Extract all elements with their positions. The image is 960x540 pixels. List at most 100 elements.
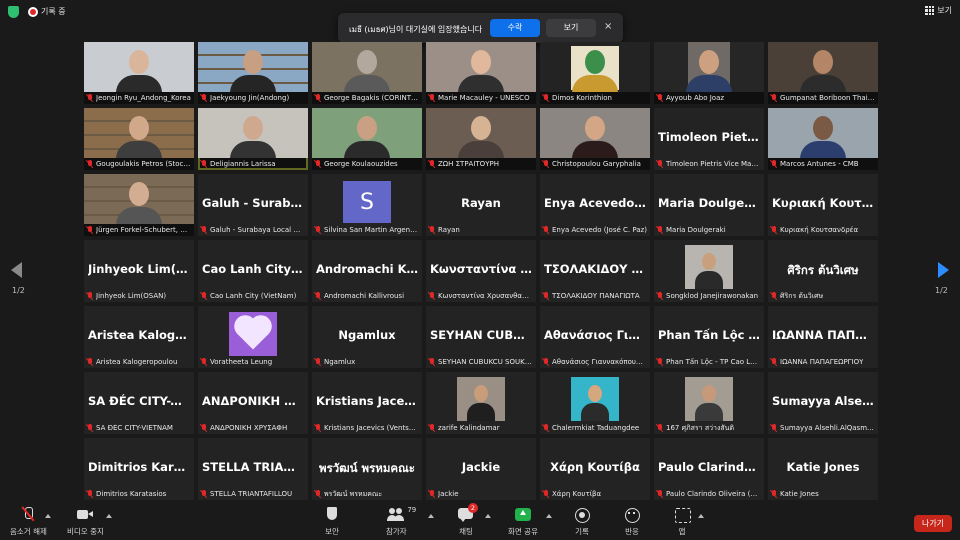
apps-options-caret-icon[interactable] (698, 514, 704, 518)
participant-tile[interactable]: George Bagakis (CORINTH_GR) (312, 42, 422, 104)
participant-tile[interactable]: Christopoulou Garyphalia (540, 108, 650, 170)
participant-tile[interactable]: Chalermkiat Taduangdee (540, 372, 650, 434)
participant-tile[interactable]: Dimos Korinthion (540, 42, 650, 104)
muted-mic-icon (657, 226, 663, 234)
close-icon[interactable]: × (604, 21, 612, 32)
next-page-arrow-icon[interactable] (938, 262, 949, 278)
participant-name-label: STELLA TRIANTAFILLOU (198, 488, 308, 500)
leave-button[interactable]: 나가기 (914, 515, 952, 532)
participant-tile[interactable]: Ngamlux Ngamlux (312, 306, 422, 368)
participant-tile[interactable]: Deligiannis Larissa (198, 108, 308, 170)
security-button[interactable]: 보안 (322, 506, 342, 537)
participant-tile[interactable]: Κυριακή Κουτσ... Κυριακή Κουτσανδρέα (768, 174, 878, 236)
participant-tile[interactable]: ΑΝΔΡΟΝΙΚΗ Χ... ΑΝΔΡΟΝΙΚΗ ΧΡΥΣΑΦΗ (198, 372, 308, 434)
participant-tile[interactable]: STELLA TRIANT... STELLA TRIANTAFILLOU (198, 438, 308, 500)
participant-tile[interactable]: Jürgen Forkel-Schubert, Hamburg (84, 174, 194, 236)
participant-tile[interactable]: Marie Macauley - UNESCO (426, 42, 536, 104)
muted-mic-icon (543, 94, 549, 102)
participant-gallery: Jeongin Ryu_Andong_Korea Jaekyoung Jin(An… (84, 42, 878, 500)
participant-name-label: Voratheeta Leung (198, 356, 308, 368)
participant-name: Marcos Antunes - CMB (780, 160, 859, 168)
participant-display-name: Kristians Jacevic... (316, 394, 418, 408)
participant-tile[interactable]: Paulo Clarindo... Paulo Clarindo Oliveira… (654, 438, 764, 500)
participant-tile[interactable]: ΖΩΗ ΣΤΡΑΙΤΟΥΡΗ (426, 108, 536, 170)
participant-tile[interactable]: SA ĐÉC CITY-VI... SA ĐÉC CITY-VIETNAM (84, 372, 194, 434)
participants-button[interactable]: 79 참가자 (386, 506, 416, 537)
participant-tile[interactable]: Jeongin Ryu_Andong_Korea (84, 42, 194, 104)
participant-tile[interactable]: ศิริกร ต้นวิเศษ ศิริกร ต้นวิเศษ (768, 240, 878, 302)
participant-tile[interactable]: S Silvina San Martin Argentina (312, 174, 422, 236)
participant-name: Songklod Janejirawonakan (666, 292, 759, 300)
reactions-button[interactable]: 반응 (622, 506, 642, 537)
view-button[interactable]: 보기 (925, 5, 952, 16)
participant-tile[interactable]: Rayan Rayan (426, 174, 536, 236)
audio-options-caret-icon[interactable] (45, 514, 51, 518)
participant-tile[interactable]: Phan Tấn Lộc -... Phan Tấn Lộc - TP Cao L… (654, 306, 764, 368)
participant-tile[interactable]: ΙΩΑΝΝΑ ΠΑΠΑ... ΙΩΑΝΝΑ ΠΑΠΑΓΕΩΡΓΙΟΥ (768, 306, 878, 368)
participant-tile[interactable]: Αθανάσιος Γιαν... Αθανάσιος Γιαννακόπουλο… (540, 306, 650, 368)
participant-name: Ayyoub Abo Joaz (666, 94, 725, 102)
muted-mic-icon (771, 160, 777, 168)
participant-tile[interactable]: Κωνσταντίνα Χ... Κωνσταντίνα Χρυσανθακοπο… (426, 240, 536, 302)
view-waiting-room-button[interactable]: 보기 (546, 19, 596, 37)
muted-mic-icon (315, 424, 321, 432)
participant-tile[interactable]: George Koulaouzides (312, 108, 422, 170)
participant-display-name: Sumayya Alseh... (772, 394, 874, 408)
participant-tile[interactable]: Songklod Janejirawonakan (654, 240, 764, 302)
participant-tile[interactable]: Jinhyeok Lim(O... Jinhyeok Lim(OSAN) (84, 240, 194, 302)
admit-button[interactable]: 수락 (490, 19, 540, 37)
recording-status[interactable]: 기록 중 (41, 6, 66, 17)
chat-button[interactable]: 2 채팅 (456, 503, 478, 537)
participant-tile[interactable]: Gumpanat Boriboon Thailand (768, 42, 878, 104)
video-options-caret-icon[interactable] (106, 514, 112, 518)
participant-tile[interactable]: Andromachi Kal... Andromachi Kallivrousi (312, 240, 422, 302)
participant-tile[interactable]: Aristea Kaloger... Aristea Kalogeropoulou (84, 306, 194, 368)
record-button[interactable]: 기록 (572, 506, 592, 537)
participant-name-label: Kristians Jacevics (Ventspils) (312, 422, 422, 434)
muted-mic-icon (543, 292, 549, 300)
participant-tile[interactable]: Dimitrios Karat... Dimitrios Karatasios (84, 438, 194, 500)
participant-tile[interactable]: Cao Lanh City (... Cao Lanh City (VietNam… (198, 240, 308, 302)
participant-tile[interactable]: ΤΣΟΛΑΚΙΔΟΥ Π... ΤΣΟΛΑΚΙΔΟΥ ΠΑΝΑΓΙΩΤΑ (540, 240, 650, 302)
participant-tile[interactable]: 167 ศุภิสรา สว่างสันติ (654, 372, 764, 434)
participant-name: Χάρη Κουτίβα (552, 490, 602, 498)
share-screen-button[interactable]: 화면 공유 (508, 506, 538, 537)
participant-tile[interactable]: Marcos Antunes - CMB (768, 108, 878, 170)
participant-tile[interactable]: Gougoulakis Petros (Stockholm) (84, 108, 194, 170)
unmute-button[interactable]: 음소거 해제 (10, 506, 47, 537)
participant-name: Jürgen Forkel-Schubert, Hamburg (96, 226, 191, 234)
chat-options-caret-icon[interactable] (485, 514, 491, 518)
participant-name: Paulo Clarindo Oliveira (Uni... (666, 490, 761, 498)
participant-tile[interactable]: Χάρη Κουτίβα Χάρη Κουτίβα (540, 438, 650, 500)
muted-mic-icon (315, 160, 321, 168)
participant-tile[interactable]: Voratheeta Leung (198, 306, 308, 368)
participant-tile[interactable]: Jaekyoung Jin(Andong) (198, 42, 308, 104)
participant-tile[interactable]: Katie Jones Katie Jones (768, 438, 878, 500)
muted-mic-icon (87, 490, 93, 498)
participant-tile[interactable]: พรวัฒน์ พรหมคณะ พรวัฒน์ พรหมคณะ (312, 438, 422, 500)
participant-tile[interactable]: zarife Kalindamar (426, 372, 536, 434)
participant-tile[interactable]: Kristians Jacevic... Kristians Jacevics (… (312, 372, 422, 434)
participant-name: Dimos Korinthion (552, 94, 612, 102)
previous-page-arrow-icon[interactable] (11, 262, 22, 278)
participant-tile[interactable]: Jackie Jackie (426, 438, 536, 500)
participant-tile[interactable]: Enya Acevedo (J... Enya Acevedo (José C. … (540, 174, 650, 236)
participant-display-name: SA ĐÉC CITY-VI... (88, 394, 190, 408)
participant-tile[interactable]: Galuh - Surabay... Galuh - Surabaya Local… (198, 174, 308, 236)
participant-tile[interactable]: Sumayya Alseh... Sumayya Alsehli.AlQasm..… (768, 372, 878, 434)
encryption-shield-icon[interactable] (8, 6, 19, 18)
share-options-caret-icon[interactable] (546, 514, 552, 518)
participant-tile[interactable]: Maria Doulgeraki Maria Doulgeraki (654, 174, 764, 236)
apps-button[interactable]: 앱 (672, 506, 692, 537)
participant-tile[interactable]: Ayyoub Abo Joaz (654, 42, 764, 104)
participant-tile[interactable]: Timoleon Pietri... Timoleon Pietris Vice … (654, 108, 764, 170)
heart-avatar-icon (229, 312, 277, 356)
waiting-room-notification: เมธี (เมธศ)님이 대기실에 입장했습니다 수락 보기 × (338, 13, 623, 43)
participant-display-name: Maria Doulgeraki (658, 196, 760, 210)
muted-mic-icon (315, 94, 321, 102)
participants-options-caret-icon[interactable] (428, 514, 434, 518)
participant-tile[interactable]: SEYHAN CUBUK... SEYHAN CUBUKCU SOUKE... (426, 306, 536, 368)
stop-video-button[interactable]: 비디오 중지 (67, 506, 104, 537)
participant-name: Dimitrios Karatasios (96, 490, 167, 498)
participant-name: ศิริกร ต้นวิเศษ (780, 291, 824, 300)
